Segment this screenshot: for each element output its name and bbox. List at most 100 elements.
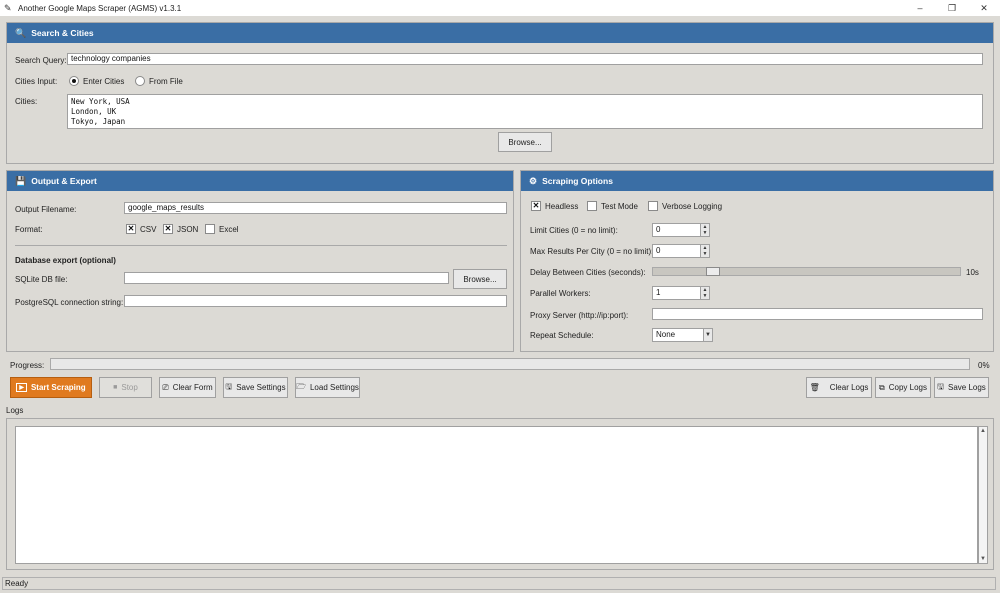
delay-slider-track[interactable]	[652, 267, 961, 276]
enter-cities-radio[interactable]	[69, 76, 79, 86]
json-label: JSON	[177, 225, 199, 234]
postgres-label: PostgreSQL connection string:	[15, 298, 124, 307]
search-query-label: Search Query:	[15, 56, 67, 65]
stop-button[interactable]: ■ Stop	[99, 377, 152, 398]
parallel-workers-spinbox[interactable]: 1 ▲ ▼	[652, 286, 710, 300]
stop-icon: ■	[113, 384, 118, 391]
scraping-options-header: ⚙ Scraping Options	[521, 171, 993, 191]
search-icon: 🔍	[15, 27, 27, 38]
progress-percent: 0%	[978, 361, 990, 370]
copy-logs-button[interactable]: ⧉ Copy Logs	[875, 377, 931, 398]
minimize-button[interactable]: –	[904, 0, 936, 16]
excel-checkbox[interactable]	[205, 224, 215, 234]
from-file-label: From File	[149, 77, 183, 86]
progress-bar	[50, 358, 970, 370]
delay-value-text: 10s	[966, 268, 979, 277]
scraping-options-title: Scraping Options	[542, 176, 613, 186]
headless-label: Headless	[545, 202, 579, 211]
format-label: Format:	[15, 225, 43, 234]
delay-slider-handle[interactable]	[706, 267, 720, 276]
max-results-spinbox[interactable]: 0 ▲ ▼	[652, 244, 710, 258]
scroll-up-icon[interactable]: ▲	[980, 428, 986, 434]
maximize-button[interactable]: ❐	[936, 0, 968, 16]
search-cities-header: 🔍 Search & Cities	[7, 23, 993, 43]
headless-checkbox[interactable]: ✕	[531, 201, 541, 211]
save-icon: 💾	[15, 175, 27, 186]
save-logs-label: Save Logs	[948, 383, 986, 392]
save-icon: 🖫	[225, 381, 233, 391]
output-filename-input[interactable]: google_maps_results	[124, 202, 507, 214]
main-area: 🔍 Search & Cities Search Query: technolo…	[0, 16, 1000, 593]
status-text: Ready	[5, 579, 29, 588]
gear-icon: ⚙	[529, 175, 538, 186]
start-scraping-button[interactable]: ▶ Start Scraping	[10, 377, 92, 398]
status-bar: Ready	[2, 577, 996, 590]
output-divider	[15, 245, 507, 246]
logs-textarea[interactable]	[15, 426, 978, 564]
cities-textarea[interactable]: New York, USA London, UK Tokyo, Japan	[67, 94, 983, 129]
city-line: London, UK	[71, 107, 117, 116]
test-mode-checkbox[interactable]	[587, 201, 597, 211]
trash-icon: 🗑	[809, 383, 820, 392]
title-bar: ✎ Another Google Maps Scraper (AGMS) v1.…	[0, 0, 1000, 16]
cities-input-label: Cities Input:	[15, 77, 58, 86]
max-results-value: 0	[656, 246, 661, 255]
output-filename-label: Output Filename:	[15, 205, 77, 214]
csv-checkbox[interactable]: ✕	[126, 224, 136, 234]
sqlite-file-input[interactable]	[124, 272, 449, 284]
json-checkbox[interactable]: ✕	[163, 224, 173, 234]
search-cities-panel: 🔍 Search & Cities Search Query: technolo…	[6, 22, 994, 164]
progress-label: Progress:	[10, 361, 45, 370]
clear-logs-button[interactable]: 🗑 Clear Logs	[806, 377, 872, 398]
save-logs-button[interactable]: 🖫 Save Logs	[934, 377, 989, 398]
proxy-server-label: Proxy Server (http://ip:port):	[530, 311, 629, 320]
scraping-options-panel: ⚙ Scraping Options ✕ Headless Test Mode …	[520, 170, 994, 352]
copy-icon: ⧉	[879, 382, 885, 392]
output-export-header: 💾 Output & Export	[7, 171, 513, 191]
chevron-down-icon[interactable]: ▼	[703, 329, 712, 341]
stop-label: Stop	[121, 383, 138, 392]
clear-form-button[interactable]: ⎚ Clear Form	[159, 377, 216, 398]
start-scraping-label: Start Scraping	[30, 383, 86, 392]
repeat-schedule-label: Repeat Schedule:	[530, 331, 594, 340]
postgres-connection-input[interactable]	[124, 295, 507, 307]
sqlite-browse-button[interactable]: Browse...	[453, 269, 507, 289]
output-export-panel: 💾 Output & Export Output Filename: googl…	[6, 170, 514, 352]
max-results-label: Max Results Per City (0 = no limit):	[530, 247, 654, 256]
spin-arrows-icon[interactable]: ▲ ▼	[700, 245, 709, 257]
load-settings-button[interactable]: 🗁 Load Settings	[295, 377, 360, 398]
limit-cities-label: Limit Cities (0 = no limit):	[530, 226, 618, 235]
from-file-radio[interactable]	[135, 76, 145, 86]
database-export-heading: Database export (optional)	[15, 256, 116, 265]
clear-form-label: Clear Form	[172, 383, 213, 392]
folder-open-icon: 🗁	[296, 381, 306, 391]
clear-icon: ⎚	[162, 382, 169, 392]
limit-cities-spinbox[interactable]: 0 ▲ ▼	[652, 223, 710, 237]
window-title: Another Google Maps Scraper (AGMS) v1.3.…	[18, 3, 182, 13]
spin-arrows-icon[interactable]: ▲ ▼	[700, 224, 709, 236]
excel-label: Excel	[219, 225, 239, 234]
load-settings-label: Load Settings	[309, 383, 359, 392]
scroll-down-icon[interactable]: ▼	[980, 556, 986, 562]
cities-label: Cities:	[15, 97, 38, 106]
search-cities-title: Search & Cities	[31, 28, 94, 38]
close-button[interactable]: ✕	[968, 0, 1000, 16]
save-settings-button[interactable]: 🖫 Save Settings	[223, 377, 288, 398]
delay-label: Delay Between Cities (seconds):	[530, 268, 646, 277]
copy-logs-label: Copy Logs	[888, 383, 927, 392]
verbose-logging-checkbox[interactable]	[648, 201, 658, 211]
enter-cities-label: Enter Cities	[83, 77, 125, 86]
parallel-workers-value: 1	[656, 288, 661, 297]
test-mode-label: Test Mode	[601, 202, 638, 211]
repeat-schedule-select[interactable]: None ▼	[652, 328, 713, 342]
csv-label: CSV	[140, 225, 157, 234]
cities-browse-button[interactable]: Browse...	[498, 132, 552, 152]
spin-arrows-icon[interactable]: ▲ ▼	[700, 287, 709, 299]
window-controls: – ❐ ✕	[904, 0, 1000, 16]
logs-scrollbar[interactable]: ▲ ▼	[978, 426, 988, 564]
save-settings-label: Save Settings	[236, 383, 286, 392]
save-icon: 🖫	[937, 381, 944, 391]
proxy-server-input[interactable]	[652, 308, 983, 320]
clear-logs-label: Clear Logs	[829, 383, 869, 392]
search-query-input[interactable]: technology companies	[67, 53, 983, 65]
